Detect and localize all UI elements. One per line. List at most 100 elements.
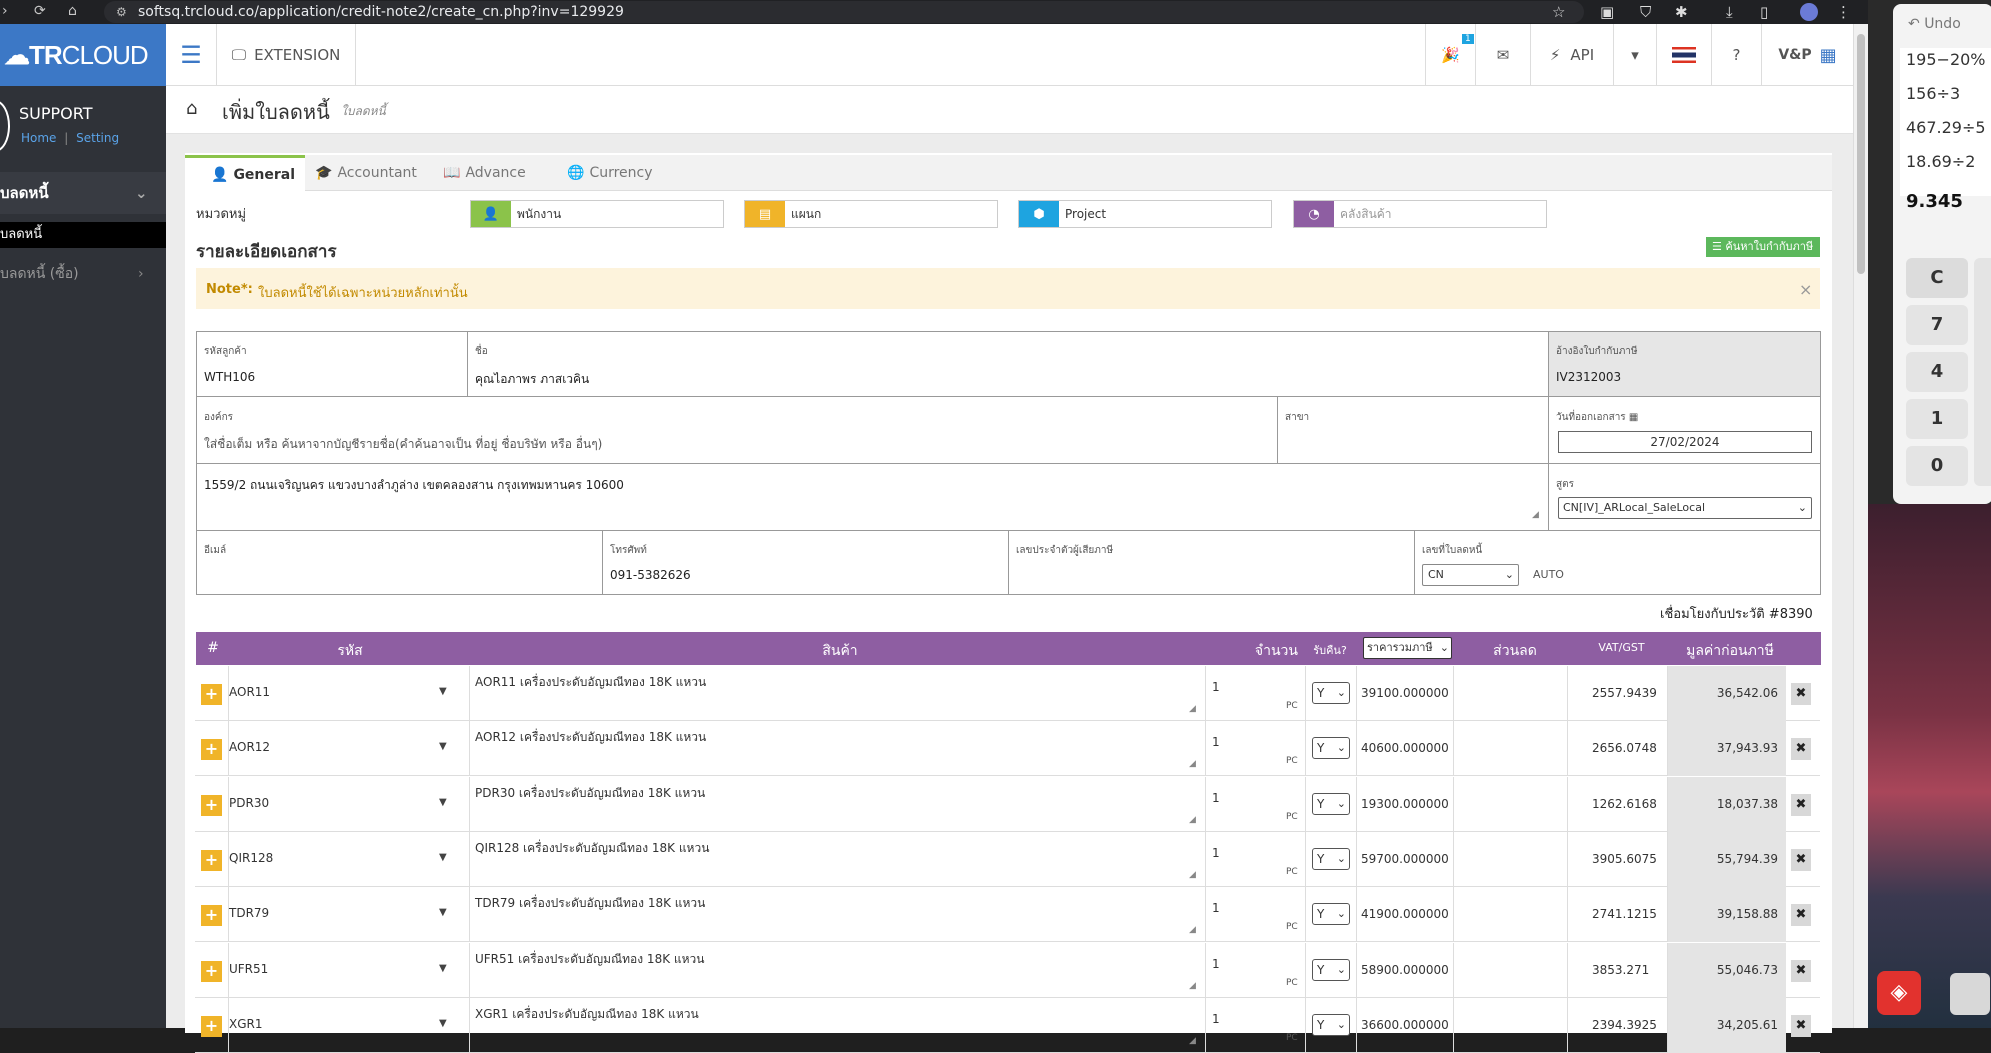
calc-history-item[interactable]: 467.29÷5 (1906, 118, 1986, 137)
product-description[interactable]: XGR1 เครื่องประดับอัญมณีทอง 18K แหวน ◢ (471, 998, 1206, 1053)
resize-handle-icon[interactable]: ◢ (1189, 759, 1196, 769)
notifications-button[interactable]: 🎉 1 (1425, 24, 1475, 86)
return-select[interactable]: Y ⌄ (1312, 903, 1350, 925)
add-row-button[interactable]: + (201, 850, 222, 871)
product-description[interactable]: AOR12 เครื่องประดับอัญมณีทอง 18K แหวน ◢ (471, 721, 1206, 776)
resize-handle-icon[interactable]: ◢ (1189, 815, 1196, 825)
address-cell[interactable] (196, 463, 1549, 531)
warehouse-field[interactable]: ◔ คลังสินค้า (1293, 200, 1547, 228)
calc-history-item[interactable]: 18.69÷2 (1906, 152, 1975, 171)
branch-cell[interactable] (1277, 396, 1549, 464)
discount-input[interactable] (1454, 998, 1568, 1053)
price-input[interactable]: 40600.000000 (1356, 721, 1454, 776)
search-tax-invoice-button[interactable]: ☰ ค้นหาใบกำกับภาษี (1706, 237, 1820, 257)
return-select[interactable]: Y ⌄ (1312, 737, 1350, 759)
code-select[interactable]: XGR1 ▼ (228, 998, 470, 1053)
qty-input[interactable]: 1 PC (1206, 666, 1306, 721)
name-cell[interactable] (467, 331, 1549, 397)
discount-input[interactable] (1454, 721, 1568, 776)
reload-icon[interactable]: ⟳ (34, 3, 46, 19)
browser-menu-icon[interactable]: ⋮ (1836, 3, 1851, 21)
qty-input[interactable]: 1 PC (1206, 777, 1306, 832)
discount-input[interactable] (1454, 666, 1568, 721)
scrollbar-thumb[interactable] (1857, 34, 1865, 274)
setting-link[interactable]: Setting (76, 131, 119, 145)
price-input[interactable]: 39100.000000 (1356, 666, 1454, 721)
page-scrollbar[interactable] (1853, 24, 1868, 1028)
calc-keys-next-column[interactable] (1974, 258, 1991, 486)
tab-currency[interactable]: 🌐 Currency (557, 155, 667, 191)
employee-field[interactable]: 👤 พนักงาน (470, 200, 724, 228)
department-field[interactable]: ▤ แผนก (744, 200, 998, 228)
resize-handle-icon[interactable]: ◢ (1189, 704, 1196, 714)
add-row-button[interactable]: + (201, 961, 222, 982)
qty-input[interactable]: 1 PC (1206, 887, 1306, 942)
calc-key-1[interactable]: 1 (1906, 399, 1968, 439)
history-link[interactable]: เชื่อมโยงกับประวัติ #8390 (1660, 603, 1813, 624)
price-input[interactable]: 58900.000000 (1356, 943, 1454, 998)
tab-general[interactable]: 👤 General (185, 155, 305, 191)
download-icon[interactable]: ⤓ (1726, 3, 1733, 21)
tab-advance[interactable]: 📖 Advance (433, 155, 543, 191)
language-button[interactable] (1656, 24, 1711, 86)
return-select[interactable]: Y ⌄ (1312, 793, 1350, 815)
product-description[interactable]: UFR51 เครื่องประดับอัญมณีทอง 18K แหวน ◢ (471, 943, 1206, 998)
calc-key-clear[interactable]: C (1906, 258, 1968, 298)
tab-accountant[interactable]: 🎓 Accountant (305, 155, 425, 191)
cn-prefix-select[interactable]: CN ⌄ (1422, 564, 1519, 586)
sidebar-item-creditnote-purchase[interactable]: บลดหนี้ (ซื้อ) › (0, 260, 166, 288)
remove-row-button[interactable]: ✖ (1791, 1015, 1811, 1037)
price-input[interactable]: 36600.000000 (1356, 998, 1454, 1053)
resize-handle-icon[interactable]: ◢ (1189, 925, 1196, 935)
discount-input[interactable] (1454, 887, 1568, 942)
mail-button[interactable]: ✉ (1475, 24, 1530, 86)
calc-key-7[interactable]: 7 (1906, 305, 1968, 345)
return-select[interactable]: Y ⌄ (1312, 1014, 1350, 1036)
remove-row-button[interactable]: ✖ (1791, 683, 1811, 705)
product-description[interactable]: AOR11 เครื่องประดับอัญมณีทอง 18K แหวน ◢ (471, 666, 1206, 721)
discount-input[interactable] (1454, 777, 1568, 832)
qty-input[interactable]: 1 PC (1206, 832, 1306, 887)
sidebar-item-creditnote[interactable]: บลดหนี้ (0, 222, 166, 248)
code-select[interactable]: AOR11 ▼ (228, 666, 470, 721)
code-select[interactable]: PDR30 ▼ (228, 777, 470, 832)
sidebar-item-creditnote-group[interactable]: บลดหนี้ ⌄ (0, 172, 166, 214)
discount-input[interactable] (1454, 832, 1568, 887)
anydesk-icon[interactable]: ◈ (1877, 971, 1921, 1015)
taxid-cell[interactable] (1008, 530, 1415, 595)
side-panel-icon[interactable]: ▯ (1760, 3, 1768, 21)
add-row-button[interactable]: + (201, 739, 222, 760)
qty-input[interactable]: 1 PC (1206, 721, 1306, 776)
discount-input[interactable] (1454, 943, 1568, 998)
resize-handle-icon[interactable]: ◢ (1532, 510, 1539, 520)
api-button[interactable]: ⚡ API (1530, 24, 1613, 86)
product-description[interactable]: QIR128 เครื่องประดับอัญมณีทอง 18K แหวน ◢ (471, 832, 1206, 887)
extension-button[interactable]: 🖵 EXTENSION (216, 24, 356, 86)
email-cell[interactable] (196, 530, 603, 595)
profile-avatar-icon[interactable] (1800, 3, 1818, 21)
formula-select[interactable]: CN[IV]_ARLocal_SaleLocal ⌄ (1558, 497, 1812, 519)
home-icon[interactable]: ⌂ (186, 98, 197, 119)
api-dropdown-toggle[interactable]: ▾ (1613, 24, 1656, 86)
code-select[interactable]: QIR128 ▼ (228, 832, 470, 887)
price-input[interactable]: 41900.000000 (1356, 887, 1454, 942)
calc-history-item[interactable]: 195−20% (1906, 50, 1986, 69)
product-description[interactable]: TDR79 เครื่องประดับอัญมณีทอง 18K แหวน ◢ (471, 887, 1206, 942)
resize-handle-icon[interactable]: ◢ (1189, 870, 1196, 880)
qty-input[interactable]: 1 PC (1206, 998, 1306, 1053)
remove-row-button[interactable]: ✖ (1791, 960, 1811, 982)
help-button[interactable]: ? (1711, 24, 1761, 86)
close-note-button[interactable]: × (1799, 280, 1812, 299)
puzzle-icon[interactable]: ✱ (1675, 3, 1688, 21)
extension-chat-icon[interactable]: ▣ (1600, 3, 1614, 21)
calc-history-item[interactable]: 156÷3 (1906, 84, 1960, 103)
resize-handle-icon[interactable]: ◢ (1189, 981, 1196, 991)
company-button[interactable]: V&P ▦ (1761, 24, 1853, 86)
resize-handle-icon[interactable]: ◢ (1189, 1036, 1196, 1046)
calculator-app-icon[interactable] (1950, 973, 1990, 1015)
remove-row-button[interactable]: ✖ (1791, 794, 1811, 816)
return-select[interactable]: Y ⌄ (1312, 682, 1350, 704)
calc-key-4[interactable]: 4 (1906, 352, 1968, 392)
code-select[interactable]: UFR51 ▼ (228, 943, 470, 998)
address-bar[interactable]: ⚙ softsq.trcloud.co/application/credit-n… (104, 1, 1584, 23)
